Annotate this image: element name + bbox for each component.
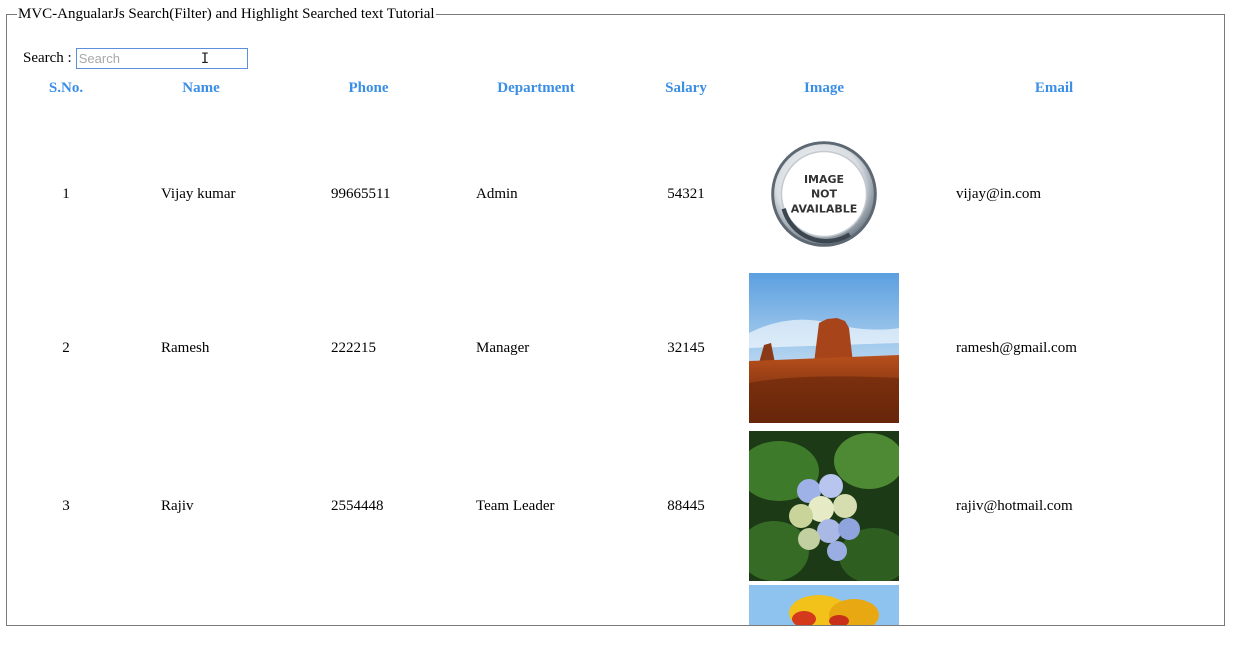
cell-salary: 88445: [667, 497, 705, 514]
search-row: Search : I: [23, 48, 248, 69]
cell-department: [446, 585, 626, 645]
cell-phone: 99665511: [331, 185, 391, 202]
cell-image: [746, 427, 902, 585]
cell-sno: [21, 585, 111, 645]
cell-name: [111, 585, 291, 645]
header-name[interactable]: Name: [111, 77, 291, 99]
image-not-available-icon: IMAGE NOT AVAILABLE: [771, 141, 877, 247]
image-text-1: IMAGE: [804, 173, 844, 186]
employee-table: S.No. Name Phone Department Salary Image…: [21, 77, 1206, 645]
fieldset-legend: MVC-AngualarJs Search(Filter) and Highli…: [18, 6, 435, 22]
table-row: 2 Ramesh 222215 Manager 32145 ramesh@gma…: [21, 269, 1206, 427]
cell-email: vijay@in.com: [956, 185, 1042, 202]
cell-name: Vijay kumar: [161, 185, 236, 202]
cell-sno: 2: [62, 339, 70, 356]
hydrangea-flower-image: [749, 431, 899, 581]
cell-salary: [626, 585, 746, 645]
search-label: Search :: [23, 50, 72, 66]
cell-sno: 3: [62, 497, 70, 514]
cell-phone: [291, 585, 446, 645]
header-salary[interactable]: Salary: [626, 77, 746, 99]
table-header-row: S.No. Name Phone Department Salary Image…: [21, 77, 1206, 99]
search-input-wrapper: I: [75, 48, 248, 69]
desert-landscape-image: [749, 273, 899, 423]
cell-phone: 222215: [331, 339, 376, 356]
cell-department: Manager: [476, 339, 530, 356]
header-phone[interactable]: Phone: [291, 77, 446, 99]
header-department[interactable]: Department: [446, 77, 626, 99]
cell-image: IMAGE NOT AVAILABLE: [746, 99, 902, 269]
cell-name: Ramesh: [161, 339, 210, 356]
cell-salary: 54321: [667, 185, 705, 202]
header-image[interactable]: Image: [746, 77, 902, 99]
header-sno[interactable]: S.No.: [21, 77, 111, 99]
employee-fieldset: MVC-AngualarJs Search(Filter) and Highli…: [6, 6, 1225, 626]
cell-phone: 2554448: [331, 497, 384, 514]
cell-name: Rajiv: [161, 497, 194, 514]
cell-email: ramesh@gmail.com: [956, 339, 1077, 356]
cell-email: [902, 585, 1206, 645]
cell-image: [746, 269, 902, 427]
cell-image: [746, 585, 902, 645]
image-text-3: AVAILABLE: [791, 202, 858, 215]
table-row: 3 Rajiv 2554448 Team Leader 88445 rajiv@…: [21, 427, 1206, 585]
header-email[interactable]: Email: [902, 77, 1206, 99]
cell-email: rajiv@hotmail.com: [956, 497, 1073, 514]
search-input[interactable]: [75, 48, 248, 69]
tulips-image: [749, 585, 899, 625]
cell-sno: 1: [62, 185, 70, 202]
image-text-2: NOT: [811, 188, 838, 201]
cell-salary: 32145: [667, 339, 705, 356]
cell-department: Team Leader: [476, 497, 555, 514]
table-row: 1 Vijay kumar 99665511 Admin 54321 IMAGE…: [21, 99, 1206, 269]
cell-department: Admin: [476, 185, 518, 202]
table-row: [21, 585, 1206, 645]
